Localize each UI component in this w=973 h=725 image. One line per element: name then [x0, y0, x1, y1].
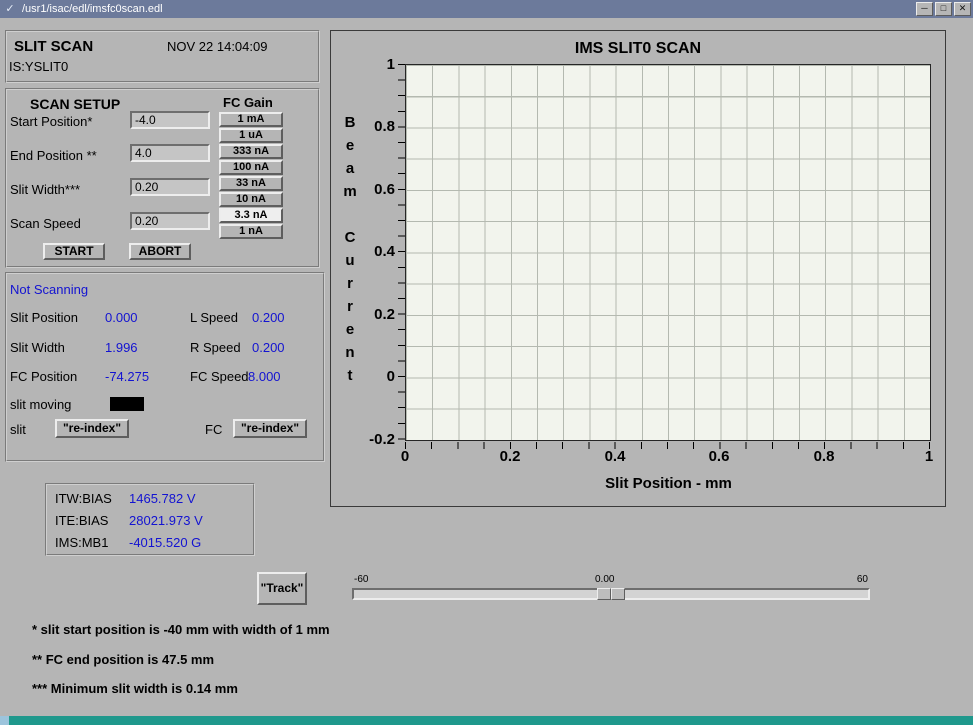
slit-width-value: 1.996 — [105, 340, 138, 355]
end-position-input[interactable] — [130, 144, 210, 162]
slider-min-label: -60 — [354, 574, 368, 585]
maximize-icon[interactable]: □ — [935, 2, 952, 16]
fc-gain-option[interactable]: 333 nA — [219, 144, 283, 159]
edm-slit-scan-panel: ✓ /usr1/isac/edl/imsfc0scan.edl ─ □ ✕ SL… — [0, 0, 973, 725]
footnote-start-position: * slit start position is -40 mm with wid… — [32, 622, 330, 637]
window-title: /usr1/isac/edl/imsfc0scan.edl — [18, 3, 914, 15]
y-axis-ticks — [398, 64, 405, 442]
fc-gain-option[interactable]: 100 nA — [219, 160, 283, 175]
scan-setup-panel: SCAN SETUP FC Gain Start Position* End P… — [5, 88, 320, 268]
y-tick-label: 0.2 — [331, 306, 395, 323]
fc-gain-label: FC Gain — [223, 95, 273, 110]
header-panel: SLIT SCAN NOV 22 14:04:09 IS:YSLIT0 — [5, 30, 320, 83]
l-speed-value: 0.200 — [252, 310, 285, 325]
footnote-min-slit-width: *** Minimum slit width is 0.14 mm — [32, 681, 238, 696]
fc-gain-option[interactable]: 1 uA — [219, 128, 283, 143]
scan-chart: IMS SLIT0 SCAN Beam Current 1 0.8 0.6 0.… — [330, 30, 946, 507]
r-speed-value: 0.200 — [252, 340, 285, 355]
slit-moving-indicator — [110, 397, 144, 411]
fc-position-label: FC Position — [10, 369, 77, 384]
fc-speed-label: FC Speed — [190, 369, 249, 384]
start-position-input[interactable] — [130, 111, 210, 129]
field-label-end-position: End Position ** — [10, 148, 97, 163]
fc-gain-option[interactable]: 1 nA — [219, 224, 283, 239]
ims-mb1-label: IMS:MB1 — [55, 535, 108, 550]
fc-gain-option[interactable]: 1 mA — [219, 112, 283, 127]
plot-area — [405, 64, 931, 441]
x-tick-label: 1 — [899, 448, 959, 465]
slit-width-input[interactable] — [130, 178, 210, 196]
ims-mb1-value: -4015.520 G — [129, 535, 201, 550]
page-title: SLIT SCAN — [14, 38, 93, 55]
device-name: IS:YSLIT0 — [9, 59, 68, 74]
window-titlebar[interactable]: ✓ /usr1/isac/edl/imsfc0scan.edl ─ □ ✕ — [0, 0, 973, 18]
minimize-icon[interactable]: ─ — [916, 2, 933, 16]
l-speed-label: L Speed — [190, 310, 238, 325]
scan-setup-title: SCAN SETUP — [30, 96, 120, 112]
chart-x-axis-label: Slit Position - mm — [405, 475, 932, 492]
chart-title: IMS SLIT0 SCAN — [331, 40, 945, 58]
fc-speed-value: 8.000 — [248, 369, 281, 384]
field-label-slit-width: Slit Width*** — [10, 182, 80, 197]
fc-label: FC — [205, 422, 222, 437]
status-panel: Not Scanning Slit Position 0.000 L Speed… — [5, 272, 325, 462]
fc-position-slider: -60 0.00 60 — [352, 573, 870, 603]
ite-bias-value: 28021.973 V — [129, 513, 203, 528]
slit-width-label: Slit Width — [10, 340, 65, 355]
x-tick-label: 0 — [375, 448, 435, 465]
field-label-scan-speed: Scan Speed — [10, 216, 81, 231]
x-tick-label: 0.4 — [585, 448, 645, 465]
x-tick-label: 0.2 — [480, 448, 540, 465]
slit-reindex-button[interactable]: "re-index" — [55, 419, 129, 438]
fc-reindex-button[interactable]: "re-index" — [233, 419, 307, 438]
slider-handle[interactable] — [597, 588, 625, 600]
x-tick-label: 0.6 — [689, 448, 749, 465]
slit-position-value: 0.000 — [105, 310, 138, 325]
bias-panel: ITW:BIAS 1465.782 V ITE:BIAS 28021.973 V… — [45, 483, 255, 556]
slider-max-label: 60 — [857, 574, 868, 585]
fc-gain-option[interactable]: 33 nA — [219, 176, 283, 191]
footnote-fc-end-position: ** FC end position is 47.5 mm — [32, 652, 214, 667]
track-button[interactable]: "Track" — [257, 572, 307, 605]
timestamp: NOV 22 14:04:09 — [167, 39, 267, 54]
field-label-start-position: Start Position* — [10, 114, 92, 129]
slit-position-label: Slit Position — [10, 310, 78, 325]
taskbar-strip — [0, 716, 973, 725]
close-icon[interactable]: ✕ — [954, 2, 971, 16]
y-tick-label: -0.2 — [331, 431, 395, 448]
window-menu-icon[interactable]: ✓ — [2, 2, 18, 16]
x-tick-label: 0.8 — [794, 448, 854, 465]
y-tick-label: 0.8 — [331, 118, 395, 135]
slit-label: slit — [10, 422, 26, 437]
y-tick-label: 0.6 — [331, 181, 395, 198]
y-tick-label: 0 — [331, 368, 395, 385]
abort-button[interactable]: ABORT — [129, 243, 191, 260]
y-tick-label: 0.4 — [331, 243, 395, 260]
scan-state: Not Scanning — [10, 282, 88, 297]
fc-position-value: -74.275 — [105, 369, 149, 384]
slider-value-label: 0.00 — [595, 574, 614, 585]
ite-bias-label: ITE:BIAS — [55, 513, 108, 528]
slit-moving-label: slit moving — [10, 397, 71, 412]
start-button[interactable]: START — [43, 243, 105, 260]
taskbar-accent — [0, 716, 9, 725]
r-speed-label: R Speed — [190, 340, 241, 355]
fc-gain-option[interactable]: 3.3 nA — [219, 208, 283, 223]
fc-gain-option[interactable]: 10 nA — [219, 192, 283, 207]
itw-bias-label: ITW:BIAS — [55, 491, 112, 506]
y-tick-label: 1 — [331, 56, 395, 73]
itw-bias-value: 1465.782 V — [129, 491, 196, 506]
scan-speed-input[interactable] — [130, 212, 210, 230]
